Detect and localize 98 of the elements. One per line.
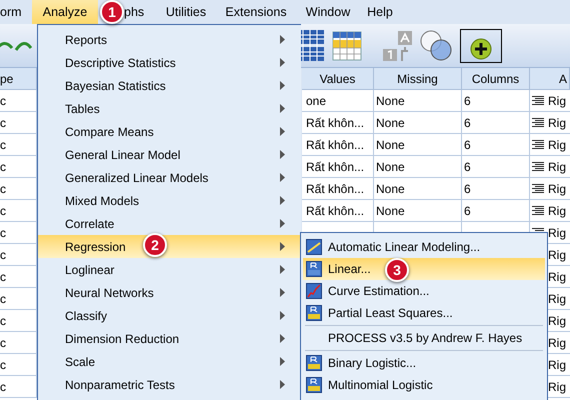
table-cell-text: Rig <box>548 180 566 198</box>
menu-item[interactable]: Help <box>360 0 400 24</box>
table-cell-text: Rất khôn... <box>306 180 364 198</box>
table-cell-text: Rất khôn... <box>306 114 364 132</box>
menu-item[interactable]: phs <box>124 0 156 24</box>
menu-item[interactable]: Tables <box>38 97 301 120</box>
chart-line-icon <box>306 239 322 255</box>
column-header[interactable]: Values <box>302 68 374 90</box>
table-cell-text: Rig <box>548 224 566 242</box>
submenu-arrow-icon <box>280 127 285 136</box>
table-cell-text: Rig <box>548 378 566 396</box>
menu-item[interactable]: Loglinear <box>38 258 301 281</box>
align-right-icon <box>532 162 544 171</box>
menu-item[interactable]: PROCESS v3.5 by Andrew F. Hayes <box>303 327 545 349</box>
menu-item[interactable]: Dimension Reduction <box>38 327 301 350</box>
menu-item[interactable]: Analyze <box>32 0 98 24</box>
menu-item[interactable]: Mixed Models <box>38 189 301 212</box>
table-cell-text: 6 <box>464 136 471 154</box>
column-header[interactable]: A <box>530 68 570 90</box>
table-cell-text: Rig <box>548 114 566 132</box>
table-cell-text: Rig <box>548 92 566 110</box>
table-cell-text: Rig <box>548 356 566 374</box>
submenu-arrow-icon <box>280 357 285 366</box>
table-cell-text: 6 <box>464 114 471 132</box>
menu-item[interactable]: Partial Least Squares... <box>303 302 545 324</box>
plus-icon <box>470 38 492 60</box>
table-cell-text: Rig <box>548 136 566 154</box>
submenu-arrow-icon <box>280 173 285 182</box>
table-cell-text: 6 <box>464 202 471 220</box>
table-cell-text: None <box>376 136 405 154</box>
submenu-arrow-icon <box>280 104 285 113</box>
submenu-arrow-icon <box>280 265 285 274</box>
table-cell-text: Rig <box>548 202 566 220</box>
menu-item[interactable]: Window <box>296 0 360 24</box>
align-right-icon <box>532 96 544 105</box>
table-cell-text: Rất khôn... <box>306 158 364 176</box>
menu-item[interactable]: orm <box>0 0 32 24</box>
table-cell-text: Rất khôn... <box>306 136 364 154</box>
menu-item[interactable]: Bayesian Statistics <box>38 74 301 97</box>
submenu-arrow-icon <box>280 58 285 67</box>
menu-item[interactable]: Reports <box>38 28 301 51</box>
table-cell-text: Rất khôn... <box>306 202 364 220</box>
align-right-icon <box>532 206 544 215</box>
table-cell-text: None <box>376 180 405 198</box>
regression-icon <box>306 377 322 393</box>
menu-item[interactable]: Correlate <box>38 212 301 235</box>
menu-item[interactable]: Extensions <box>216 0 296 24</box>
regression-icon <box>306 261 322 277</box>
menu-item[interactable]: General Linear Model <box>38 143 301 166</box>
table-cell-text: 6 <box>464 158 471 176</box>
column-header[interactable]: pe <box>0 68 37 90</box>
menu-item[interactable]: Nonparametric Tests <box>38 373 301 396</box>
column-header[interactable]: Missing <box>374 68 462 90</box>
submenu-arrow-icon <box>280 81 285 90</box>
align-right-icon <box>532 184 544 193</box>
menu-item[interactable]: Automatic Linear Modeling... <box>303 236 545 258</box>
table-cell-text: one <box>306 92 326 110</box>
add-button[interactable] <box>460 28 502 62</box>
table-cell-text: Rig <box>548 312 566 330</box>
align-right-icon <box>532 118 544 127</box>
table-cell-text: Rig <box>548 334 566 352</box>
table-cell-text: None <box>376 92 405 110</box>
menu-item[interactable]: Binary Logistic... <box>303 352 545 374</box>
menu-item[interactable]: Compare Means <box>38 120 301 143</box>
menu-item[interactable]: Curve Estimation... <box>303 280 545 302</box>
table-cell-text: None <box>376 114 405 132</box>
table-cell-text: None <box>376 202 405 220</box>
menu-item[interactable]: Descriptive Statistics <box>38 51 301 74</box>
table-cell-text: Rig <box>548 268 566 286</box>
menu-item[interactable]: Neural Networks <box>38 281 301 304</box>
venn-circles-icon[interactable] <box>420 30 452 62</box>
menu-item[interactable]: Scale <box>38 350 301 373</box>
table-cell-text: Rig <box>548 290 566 308</box>
submenu-arrow-icon <box>280 334 285 343</box>
submenu-arrow-icon <box>280 196 285 205</box>
submenu-arrow-icon <box>280 35 285 44</box>
spreadsheet-icon[interactable] <box>332 30 362 60</box>
menu-item[interactable]: Generalized Linear Models <box>38 166 301 189</box>
table-cell-text: 6 <box>464 180 471 198</box>
table-cell-text: Rig <box>548 158 566 176</box>
submenu-arrow-icon <box>280 311 285 320</box>
regression-icon <box>306 305 322 321</box>
submenu-arrow-icon <box>280 380 285 389</box>
table-cell-text: 6 <box>464 92 471 110</box>
submenu-arrow-icon <box>280 219 285 228</box>
table-cell-text: Rig <box>548 246 566 264</box>
submenu-arrow-icon <box>280 242 285 251</box>
regression-icon <box>306 355 322 371</box>
column-header[interactable]: Columns <box>462 68 530 90</box>
menu-item[interactable]: Classify <box>38 304 301 327</box>
sort-cases-icon[interactable] <box>382 28 414 62</box>
align-right-icon <box>532 140 544 149</box>
curve-chart-icon <box>306 283 322 299</box>
submenu-arrow-icon <box>280 288 285 297</box>
table-cell-text: None <box>376 158 405 176</box>
submenu-arrow-icon <box>280 150 285 159</box>
menu-item[interactable]: Utilities <box>156 0 216 24</box>
menu-item[interactable]: Multinomial Logistic <box>303 374 545 396</box>
